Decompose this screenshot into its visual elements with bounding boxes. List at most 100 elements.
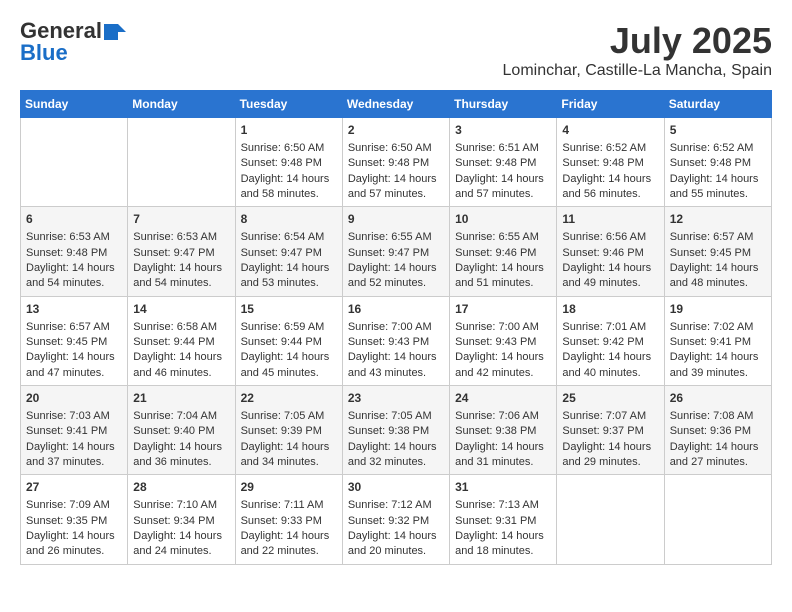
- calendar-cell: 10Sunrise: 6:55 AMSunset: 9:46 PMDayligh…: [450, 207, 557, 296]
- sunset-text: Sunset: 9:31 PM: [455, 514, 551, 529]
- sunrise-text: Sunrise: 6:57 AM: [670, 230, 766, 245]
- calendar-cell: 19Sunrise: 7:02 AMSunset: 9:41 PMDayligh…: [664, 296, 771, 385]
- title-block: July 2025 Lominchar, Castille-La Mancha,…: [503, 20, 772, 80]
- day-number: 25: [562, 390, 658, 407]
- day-number: 10: [455, 211, 551, 228]
- daylight-text: Daylight: 14 hours and 48 minutes.: [670, 261, 766, 292]
- calendar-cell: 17Sunrise: 7:00 AMSunset: 9:43 PMDayligh…: [450, 296, 557, 385]
- calendar-week-row: 27Sunrise: 7:09 AMSunset: 9:35 PMDayligh…: [21, 475, 772, 564]
- day-number: 4: [562, 122, 658, 139]
- daylight-text: Daylight: 14 hours and 36 minutes.: [133, 440, 229, 471]
- calendar-cell: 20Sunrise: 7:03 AMSunset: 9:41 PMDayligh…: [21, 386, 128, 475]
- sunrise-text: Sunrise: 6:54 AM: [241, 230, 337, 245]
- calendar-cell: 28Sunrise: 7:10 AMSunset: 9:34 PMDayligh…: [128, 475, 235, 564]
- day-number: 15: [241, 301, 337, 318]
- sunrise-text: Sunrise: 6:53 AM: [133, 230, 229, 245]
- day-number: 2: [348, 122, 444, 139]
- location: Lominchar, Castille-La Mancha, Spain: [503, 62, 772, 80]
- sunrise-text: Sunrise: 6:55 AM: [455, 230, 551, 245]
- weekday-header: Wednesday: [342, 91, 449, 118]
- calendar-cell: 22Sunrise: 7:05 AMSunset: 9:39 PMDayligh…: [235, 386, 342, 475]
- sunrise-text: Sunrise: 6:52 AM: [670, 141, 766, 156]
- calendar-week-row: 13Sunrise: 6:57 AMSunset: 9:45 PMDayligh…: [21, 296, 772, 385]
- sunset-text: Sunset: 9:48 PM: [241, 156, 337, 171]
- daylight-text: Daylight: 14 hours and 20 minutes.: [348, 529, 444, 560]
- day-number: 3: [455, 122, 551, 139]
- calendar-cell: 9Sunrise: 6:55 AMSunset: 9:47 PMDaylight…: [342, 207, 449, 296]
- sunset-text: Sunset: 9:48 PM: [670, 156, 766, 171]
- calendar-cell: 23Sunrise: 7:05 AMSunset: 9:38 PMDayligh…: [342, 386, 449, 475]
- sunset-text: Sunset: 9:48 PM: [348, 156, 444, 171]
- sunrise-text: Sunrise: 7:04 AM: [133, 409, 229, 424]
- sunset-text: Sunset: 9:38 PM: [348, 424, 444, 439]
- sunset-text: Sunset: 9:43 PM: [348, 335, 444, 350]
- sunset-text: Sunset: 9:48 PM: [562, 156, 658, 171]
- sunrise-text: Sunrise: 6:50 AM: [348, 141, 444, 156]
- daylight-text: Daylight: 14 hours and 54 minutes.: [133, 261, 229, 292]
- day-number: 1: [241, 122, 337, 139]
- sunrise-text: Sunrise: 6:58 AM: [133, 320, 229, 335]
- daylight-text: Daylight: 14 hours and 39 minutes.: [670, 350, 766, 381]
- calendar-cell: 3Sunrise: 6:51 AMSunset: 9:48 PMDaylight…: [450, 118, 557, 207]
- sunrise-text: Sunrise: 6:57 AM: [26, 320, 122, 335]
- sunset-text: Sunset: 9:46 PM: [562, 246, 658, 261]
- calendar-week-row: 6Sunrise: 6:53 AMSunset: 9:48 PMDaylight…: [21, 207, 772, 296]
- calendar-cell: 31Sunrise: 7:13 AMSunset: 9:31 PMDayligh…: [450, 475, 557, 564]
- sunrise-text: Sunrise: 6:51 AM: [455, 141, 551, 156]
- calendar-cell: 7Sunrise: 6:53 AMSunset: 9:47 PMDaylight…: [128, 207, 235, 296]
- sunrise-text: Sunrise: 7:01 AM: [562, 320, 658, 335]
- day-number: 20: [26, 390, 122, 407]
- sunrise-text: Sunrise: 7:08 AM: [670, 409, 766, 424]
- day-number: 21: [133, 390, 229, 407]
- daylight-text: Daylight: 14 hours and 43 minutes.: [348, 350, 444, 381]
- sunset-text: Sunset: 9:47 PM: [133, 246, 229, 261]
- sunset-text: Sunset: 9:33 PM: [241, 514, 337, 529]
- calendar-cell: [557, 475, 664, 564]
- daylight-text: Daylight: 14 hours and 26 minutes.: [26, 529, 122, 560]
- weekday-header: Friday: [557, 91, 664, 118]
- day-number: 22: [241, 390, 337, 407]
- daylight-text: Daylight: 14 hours and 47 minutes.: [26, 350, 122, 381]
- logo-flag-icon: [104, 24, 126, 40]
- calendar-cell: 30Sunrise: 7:12 AMSunset: 9:32 PMDayligh…: [342, 475, 449, 564]
- sunrise-text: Sunrise: 7:07 AM: [562, 409, 658, 424]
- weekday-header: Saturday: [664, 91, 771, 118]
- weekday-header: Sunday: [21, 91, 128, 118]
- day-number: 26: [670, 390, 766, 407]
- day-number: 17: [455, 301, 551, 318]
- sunrise-text: Sunrise: 7:03 AM: [26, 409, 122, 424]
- calendar-week-row: 20Sunrise: 7:03 AMSunset: 9:41 PMDayligh…: [21, 386, 772, 475]
- calendar-cell: 27Sunrise: 7:09 AMSunset: 9:35 PMDayligh…: [21, 475, 128, 564]
- sunrise-text: Sunrise: 7:12 AM: [348, 498, 444, 513]
- calendar-cell: [21, 118, 128, 207]
- sunset-text: Sunset: 9:47 PM: [348, 246, 444, 261]
- sunrise-text: Sunrise: 7:00 AM: [455, 320, 551, 335]
- day-number: 9: [348, 211, 444, 228]
- day-number: 11: [562, 211, 658, 228]
- sunset-text: Sunset: 9:35 PM: [26, 514, 122, 529]
- sunset-text: Sunset: 9:42 PM: [562, 335, 658, 350]
- daylight-text: Daylight: 14 hours and 42 minutes.: [455, 350, 551, 381]
- sunset-text: Sunset: 9:47 PM: [241, 246, 337, 261]
- sunrise-text: Sunrise: 7:05 AM: [241, 409, 337, 424]
- calendar-cell: 26Sunrise: 7:08 AMSunset: 9:36 PMDayligh…: [664, 386, 771, 475]
- calendar-cell: 2Sunrise: 6:50 AMSunset: 9:48 PMDaylight…: [342, 118, 449, 207]
- sunset-text: Sunset: 9:39 PM: [241, 424, 337, 439]
- day-number: 23: [348, 390, 444, 407]
- day-number: 29: [241, 479, 337, 496]
- day-number: 16: [348, 301, 444, 318]
- daylight-text: Daylight: 14 hours and 18 minutes.: [455, 529, 551, 560]
- sunset-text: Sunset: 9:46 PM: [455, 246, 551, 261]
- calendar-cell: 15Sunrise: 6:59 AMSunset: 9:44 PMDayligh…: [235, 296, 342, 385]
- daylight-text: Daylight: 14 hours and 49 minutes.: [562, 261, 658, 292]
- daylight-text: Daylight: 14 hours and 27 minutes.: [670, 440, 766, 471]
- calendar-cell: 14Sunrise: 6:58 AMSunset: 9:44 PMDayligh…: [128, 296, 235, 385]
- daylight-text: Daylight: 14 hours and 40 minutes.: [562, 350, 658, 381]
- calendar-cell: 16Sunrise: 7:00 AMSunset: 9:43 PMDayligh…: [342, 296, 449, 385]
- day-number: 27: [26, 479, 122, 496]
- calendar-cell: 25Sunrise: 7:07 AMSunset: 9:37 PMDayligh…: [557, 386, 664, 475]
- daylight-text: Daylight: 14 hours and 56 minutes.: [562, 172, 658, 203]
- sunset-text: Sunset: 9:44 PM: [241, 335, 337, 350]
- sunrise-text: Sunrise: 7:11 AM: [241, 498, 337, 513]
- sunset-text: Sunset: 9:48 PM: [455, 156, 551, 171]
